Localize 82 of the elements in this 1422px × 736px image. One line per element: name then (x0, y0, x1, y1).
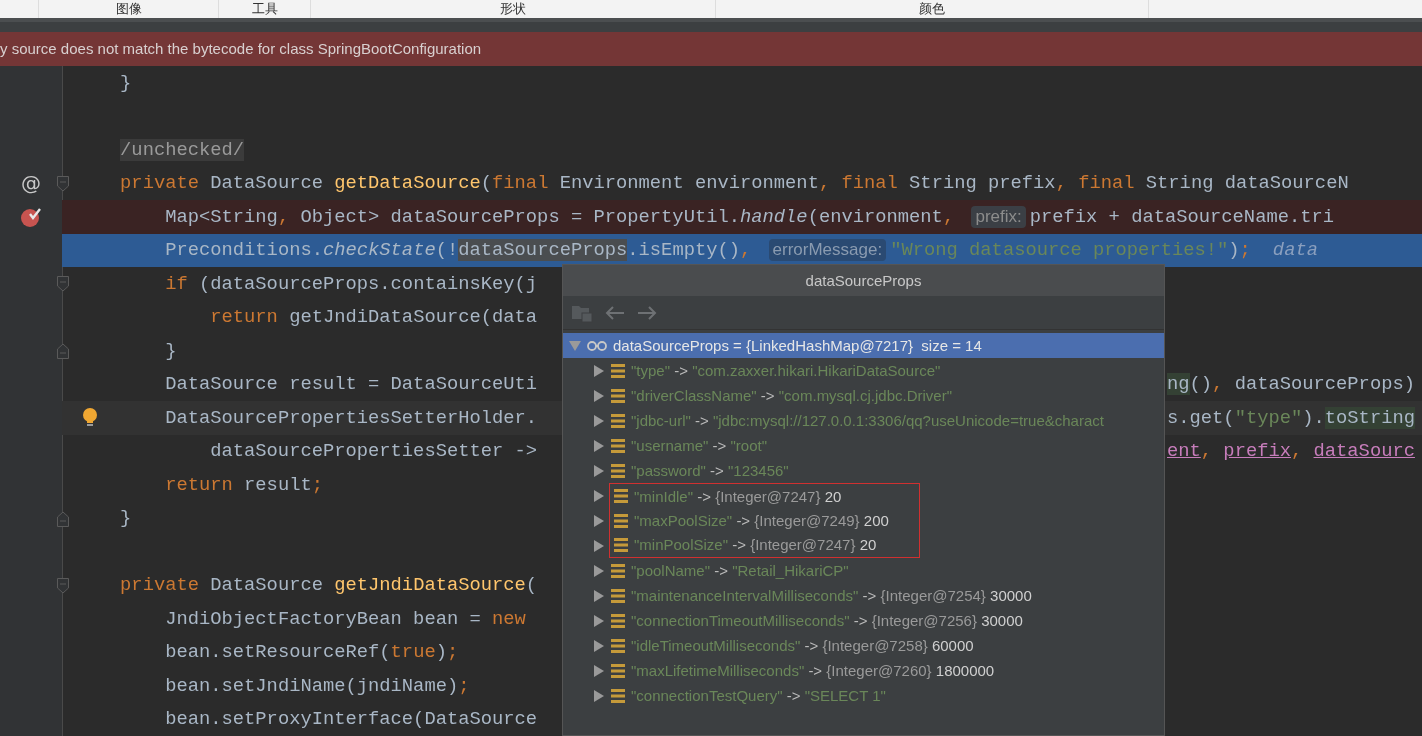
code-text: JndiObjectFactoryBean bean = new (165, 607, 526, 630)
code-text: ng(), dataSourceProps) (1167, 373, 1415, 396)
variable-entry: "poolName" -> "Retail_HikariCP" (631, 562, 849, 579)
variable-entry: "maxPoolSize" -> {Integer@7249} 200 (634, 512, 889, 529)
expand-arrow-icon[interactable] (593, 564, 605, 577)
field-icon (611, 588, 625, 603)
code-text: return getJndiDataSource(data (210, 306, 538, 329)
code-text: /unchecked/ (120, 138, 245, 161)
field-icon (611, 638, 625, 653)
code-text: bean.setProxyInterface(DataSource (165, 708, 538, 731)
fold-icon[interactable] (57, 175, 69, 192)
back-arrow-icon[interactable] (605, 305, 625, 320)
code-text: s.get("type").toString (1167, 406, 1415, 429)
code-text: bean.setResourceRef(true); (165, 641, 459, 664)
code-text: bean.setJndiName(jndiName); (165, 674, 470, 697)
expand-arrow-icon[interactable] (593, 539, 605, 552)
field-icon (611, 613, 625, 628)
expand-arrow-icon[interactable] (593, 589, 605, 602)
code-text: dataSourcePropertiesSetter -> (210, 440, 538, 463)
fold-icon[interactable] (57, 510, 69, 527)
expand-arrow-icon[interactable] (593, 689, 605, 702)
code-text: private DataSource getDataSource(final Environment environment, final String prefix, final String dataSourceN (120, 172, 1349, 195)
code-text: private DataSource getJndiDataSource( (120, 574, 538, 597)
variable-entry: "minPoolSize" -> {Integer@7247} 20 (634, 536, 877, 553)
variable-entry: "type" -> "com.zaxxer.hikari.HikariDataSource" (631, 362, 941, 379)
field-icon (614, 489, 628, 503)
code-text: ent, prefix, dataSourc (1167, 440, 1415, 463)
variable-entry: "connectionTimeoutMilliseconds" -> {Integer@7256} 30000 (631, 612, 1023, 629)
code-text: DataSourcePropertiesSetterHolder. (165, 406, 538, 429)
variable-entry: "driverClassName" -> "com.mysql.cj.jdbc.Driver" (631, 387, 952, 404)
variable-entry: dataSourceProps = {LinkedHashMap@7217} size = 14 (613, 337, 982, 354)
code-text: Map<String, Object> dataSourceProps = PropertyUtil.handle(environment, (165, 205, 956, 228)
parameter-hint: prefix: (971, 205, 1026, 228)
code-text: } (165, 339, 177, 362)
expand-arrow-icon[interactable] (593, 664, 605, 677)
code-text: } (120, 507, 132, 530)
code-text: } (120, 71, 132, 94)
popup-title: dataSourceProps (805, 271, 922, 291)
variable-entry: "jdbc-url" -> "jdbc:mysql://127.0.0.1:3306/qq?useUnicode=true&charact (631, 412, 1104, 429)
glasses-icon (587, 340, 607, 351)
field-icon (611, 363, 625, 378)
expand-arrow-icon[interactable] (593, 389, 605, 402)
variable-entry: "connectionTestQuery" -> "SELECT 1" (631, 687, 886, 704)
expand-arrow-icon[interactable] (593, 439, 605, 452)
code-text: if (dataSourceProps.containsKey(j (165, 272, 538, 295)
variable-entry: "maxLifetimeMilliseconds" -> {Integer@7260} 1800000 (631, 662, 995, 679)
variable-entry: "maintenanceIntervalMilliseconds" -> {Integer@7254} 30000 (631, 587, 1032, 604)
expand-arrow-icon[interactable] (593, 414, 605, 427)
field-icon (611, 413, 625, 428)
field-icon (611, 388, 625, 403)
expand-arrow-icon[interactable] (593, 464, 605, 477)
code-text: return result; (165, 473, 323, 496)
variable-entry: "username" -> "root" (631, 437, 767, 454)
variable-entry: "password" -> "123456" (631, 462, 789, 479)
code-text: "Wrong datasource properties!"); (890, 239, 1251, 262)
field-icon (611, 463, 625, 478)
code-text: Preconditions.checkState(!dataSourceProps.isEmpty(), (165, 239, 753, 262)
tree-row[interactable]: dataSourceProps = {LinkedHashMap@7217} size = 14 (563, 333, 1164, 358)
fold-icon[interactable] (57, 343, 69, 359)
fold-icon[interactable] (57, 276, 69, 292)
field-icon (614, 513, 628, 528)
parameter-hint: errorMessage: (768, 239, 887, 262)
lightbulb-icon[interactable] (82, 406, 98, 429)
field-icon (611, 438, 625, 453)
expand-arrow-icon[interactable] (593, 614, 605, 627)
expand-arrow-icon[interactable] (593, 364, 605, 377)
code-text: prefix + dataSourceName.tri (1029, 205, 1335, 228)
expand-arrow-icon[interactable] (593, 514, 605, 527)
code-text: DataSource result = DataSourceUti (165, 373, 538, 396)
variable-entry: "minIdle" -> {Integer@7247} 20 (634, 487, 842, 505)
fold-icon[interactable] (57, 577, 69, 594)
variable-entry: "idleTimeoutMilliseconds" -> {Integer@7258} 60000 (631, 637, 974, 654)
forward-arrow-icon[interactable] (637, 305, 657, 320)
inline-debug-value: data (1272, 239, 1318, 262)
field-icon (614, 537, 628, 552)
field-icon (611, 663, 625, 678)
field-icon (611, 563, 625, 578)
expand-arrow-icon[interactable] (593, 489, 605, 502)
field-icon (611, 688, 625, 703)
annotation-marker[interactable]: @ (21, 171, 41, 196)
warning-banner: y source does not match the bytecode for class SpringBootConfiguration (0, 32, 1422, 66)
expand-arrow-icon[interactable] (593, 639, 605, 652)
